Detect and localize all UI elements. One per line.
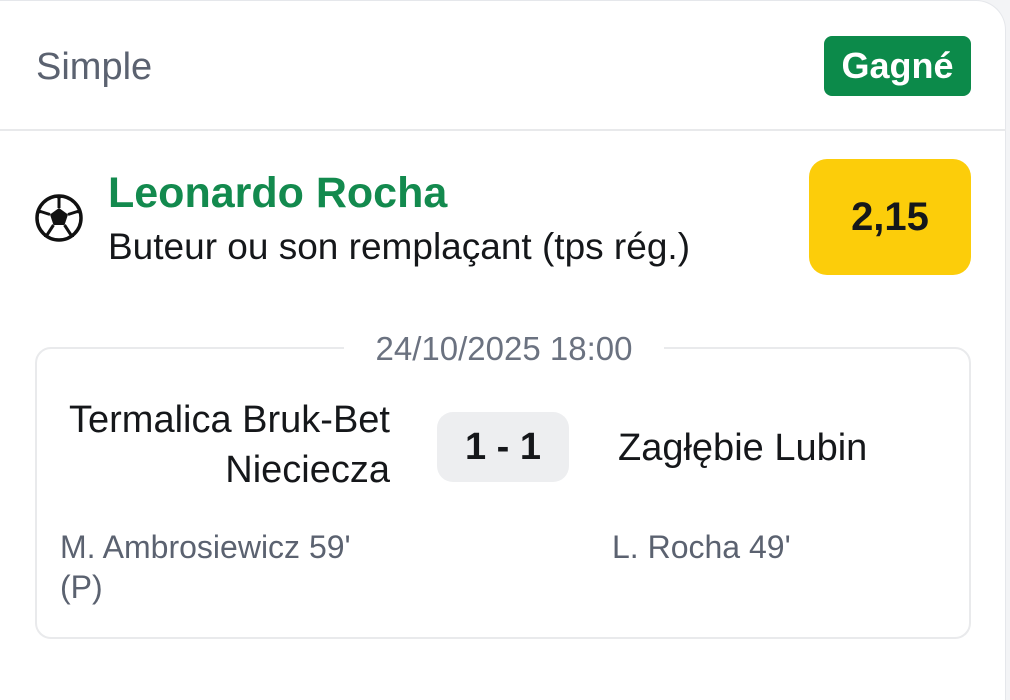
home-scorers: M. Ambrosiewicz 59' (P) <box>60 529 351 605</box>
soccer-ball-icon <box>35 194 83 242</box>
bet-card: Simple Gagné Leonardo Rocha Buteur ou so… <box>0 0 1006 700</box>
selection-name: Leonardo Rocha <box>108 169 448 217</box>
home-team-name: Termalica Bruk-Bet Nieciecza <box>69 399 390 491</box>
match-score: 1 - 1 <box>437 412 569 482</box>
away-scorers: L. Rocha 49' <box>612 529 791 565</box>
odds-value: 2,15 <box>809 159 971 275</box>
status-badge: Gagné <box>824 36 971 96</box>
bet-type-label: Simple <box>36 46 153 88</box>
match-datetime: 24/10/2025 18:00 <box>344 329 664 369</box>
away-team-name: Zagłębie Lubin <box>618 427 868 469</box>
bet-card-header: Simple Gagné <box>0 1 1006 131</box>
market-name: Buteur ou son remplaçant (tps rég.) <box>108 226 691 267</box>
